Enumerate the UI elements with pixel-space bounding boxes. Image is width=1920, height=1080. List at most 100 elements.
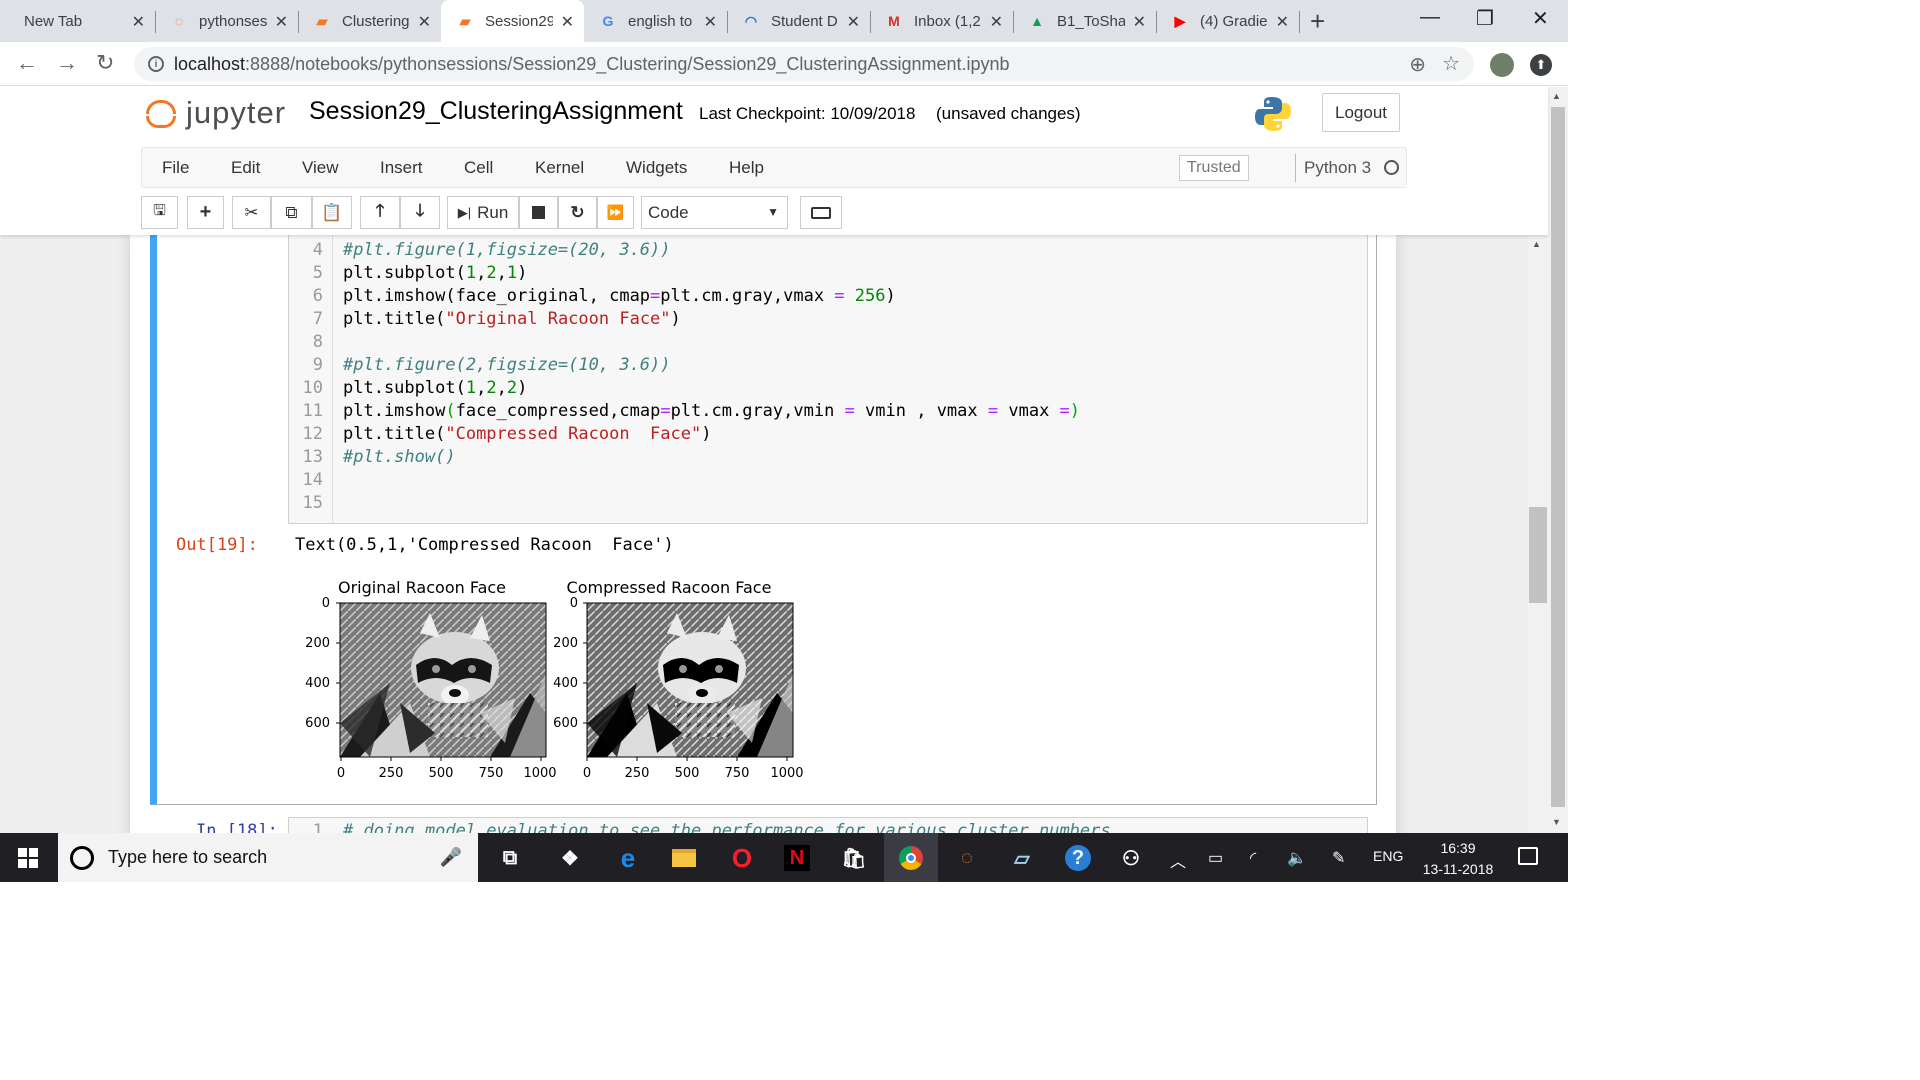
profile-avatar[interactable] xyxy=(1490,53,1514,77)
edge-icon[interactable]: e xyxy=(615,843,641,873)
copy-button[interactable]: ⧉ xyxy=(271,196,312,229)
line-number: 6 xyxy=(312,286,323,306)
store-icon[interactable]: 🛍 xyxy=(841,845,867,871)
close-icon[interactable]: ✕ xyxy=(418,12,431,32)
task-view-icon[interactable]: ⧉ xyxy=(497,845,523,871)
move-down-button[interactable]: 🡓 xyxy=(400,196,440,229)
move-up-button[interactable]: 🡑 xyxy=(360,196,400,229)
close-icon[interactable]: ✕ xyxy=(1276,12,1289,32)
close-icon[interactable]: ✕ xyxy=(275,12,288,32)
x-tick-label: 500 xyxy=(675,766,700,781)
address-bar[interactable]: i localhost :8888/notebooks/pythonsessio… xyxy=(134,47,1474,81)
notification-icon[interactable] xyxy=(1518,847,1538,865)
tab-english-to[interactable]: G english to ✕ xyxy=(584,0,728,42)
x-tick-label: 1000 xyxy=(770,766,803,781)
google-icon: G xyxy=(602,13,614,29)
restore-icon[interactable]: ❐ xyxy=(1476,6,1494,31)
code-editor[interactable]: 4 5 6 7 8 9 10 11 12 13 14 15 #plt.figur… xyxy=(288,235,1368,524)
help-icon[interactable]: ? xyxy=(1065,845,1091,871)
file-explorer-icon[interactable] xyxy=(671,845,697,871)
jupyter-logo[interactable]: jupyter xyxy=(144,95,286,131)
notepad-icon[interactable]: ▱ xyxy=(1009,845,1035,871)
tab-session29[interactable]: ▰ Session29 ✕ xyxy=(441,0,584,42)
windows-start-icon[interactable] xyxy=(18,848,38,868)
close-icon[interactable]: ✕ xyxy=(990,12,1003,32)
volume-icon[interactable]: 🔈 xyxy=(1287,848,1307,868)
menu-edit[interactable]: Edit xyxy=(231,158,260,178)
close-icon[interactable]: ✕ xyxy=(132,12,145,32)
notebook-name[interactable]: Session29_ClusteringAssignment xyxy=(309,97,683,126)
back-icon[interactable]: ← xyxy=(16,50,38,76)
kernel-name[interactable]: Python 3 xyxy=(1304,158,1371,178)
extension-icon[interactable]: ⬆ xyxy=(1530,54,1552,76)
wifi-icon[interactable]: ◜ xyxy=(1250,848,1256,868)
command-palette-button[interactable] xyxy=(800,196,842,229)
chrome-icon[interactable] xyxy=(898,845,924,871)
language-indicator[interactable]: ENG xyxy=(1373,848,1403,864)
cell-type-select[interactable]: Code ▼ xyxy=(641,196,788,229)
line-number: 4 xyxy=(312,240,323,260)
scroll-up-icon[interactable]: ▲ xyxy=(1532,239,1541,249)
cut-button[interactable]: ✂ xyxy=(232,196,271,229)
bookmark-star-icon[interactable]: ☆ xyxy=(1442,51,1460,76)
trusted-indicator[interactable]: Trusted xyxy=(1179,155,1249,181)
notebook-container: 4 5 6 7 8 9 10 11 12 13 14 15 #plt.figur… xyxy=(0,235,1548,833)
menu-cell[interactable]: Cell xyxy=(464,158,493,178)
logout-button[interactable]: Logout xyxy=(1322,93,1400,132)
jupyter-taskbar-icon[interactable]: ◌ xyxy=(954,845,980,871)
scroll-down-icon[interactable]: ▼ xyxy=(1552,817,1561,827)
menu-widgets[interactable]: Widgets xyxy=(626,158,687,178)
page-scroll-thumb[interactable] xyxy=(1551,107,1565,807)
menu-view[interactable]: View xyxy=(302,158,339,178)
tab-youtube[interactable]: ▶ (4) Gradie ✕ xyxy=(1156,0,1300,42)
save-button[interactable]: 🖫 xyxy=(141,196,178,229)
scroll-up-icon[interactable]: ▲ xyxy=(1552,91,1561,101)
page-scrollbar[interactable]: ▲ ▼ xyxy=(1548,87,1568,833)
run-all-button[interactable]: ⏩ xyxy=(597,196,634,229)
menu-insert[interactable]: Insert xyxy=(380,158,423,178)
menu-file[interactable]: File xyxy=(162,158,189,178)
tab-drive[interactable]: ▲ B1_ToSha ✕ xyxy=(1013,0,1157,42)
notebook-scrollbar[interactable]: ▲ xyxy=(1528,235,1548,833)
tab-clustering[interactable]: ▰ Clustering ✕ xyxy=(298,0,441,42)
taskbar-clock[interactable]: 16:39 13-11-2018 xyxy=(1420,838,1496,880)
people-icon[interactable]: ⚇ xyxy=(1118,845,1144,871)
run-label: Run xyxy=(477,202,509,222)
close-icon[interactable]: ✕ xyxy=(847,12,860,32)
info-icon[interactable]: i xyxy=(148,56,164,72)
opera-icon[interactable]: O xyxy=(729,843,755,873)
restart-button[interactable]: ↻ xyxy=(558,196,597,229)
insert-cell-button[interactable]: + xyxy=(187,196,224,229)
next-code-cell[interactable]: 1 # doing model evaluation to see the pe… xyxy=(288,817,1368,833)
dropbox-icon[interactable]: ❖ xyxy=(557,845,583,871)
tab-student[interactable]: ◠ Student D ✕ xyxy=(727,0,871,42)
forward-icon[interactable]: → xyxy=(56,50,78,76)
close-icon[interactable]: ✕ xyxy=(561,12,574,32)
kernel-divider xyxy=(1295,154,1296,182)
interrupt-button[interactable] xyxy=(519,196,558,229)
tab-inbox[interactable]: M Inbox (1,2 ✕ xyxy=(870,0,1014,42)
fast-forward-icon: ⏩ xyxy=(606,204,625,220)
tab-new-tab[interactable]: New Tab ✕ xyxy=(0,0,156,42)
minimize-icon[interactable]: — xyxy=(1420,6,1440,29)
close-icon[interactable]: ✕ xyxy=(1133,12,1146,32)
netflix-icon[interactable]: N xyxy=(784,845,810,871)
notebook-scroll-thumb[interactable] xyxy=(1529,507,1547,603)
pen-icon[interactable]: ✎ xyxy=(1332,848,1345,868)
window-close-icon[interactable]: ✕ xyxy=(1532,6,1549,31)
menu-kernel[interactable]: Kernel xyxy=(535,158,584,178)
line-number: 5 xyxy=(312,263,323,283)
tab-pythonsessions[interactable]: ◌ pythonsessions ✕ xyxy=(155,0,299,42)
reload-icon[interactable]: ↻ xyxy=(96,50,114,76)
y-tick-label: 400 xyxy=(305,676,330,691)
new-tab-button[interactable]: + xyxy=(1310,6,1325,37)
microphone-icon[interactable]: 🎤 xyxy=(440,847,462,868)
close-icon[interactable]: ✕ xyxy=(704,12,717,32)
menu-help[interactable]: Help xyxy=(729,158,764,178)
code-line-5: plt.subplot(1,2,1) xyxy=(343,263,528,283)
zoom-icon[interactable]: ⊕ xyxy=(1409,52,1426,77)
taskbar-search[interactable]: Type here to search 🎤 xyxy=(58,833,478,882)
paste-button[interactable]: 📋 xyxy=(312,196,352,229)
run-button[interactable]: ▶| Run xyxy=(447,196,519,229)
tray-expand-icon[interactable]: ︿ xyxy=(1170,848,1186,872)
